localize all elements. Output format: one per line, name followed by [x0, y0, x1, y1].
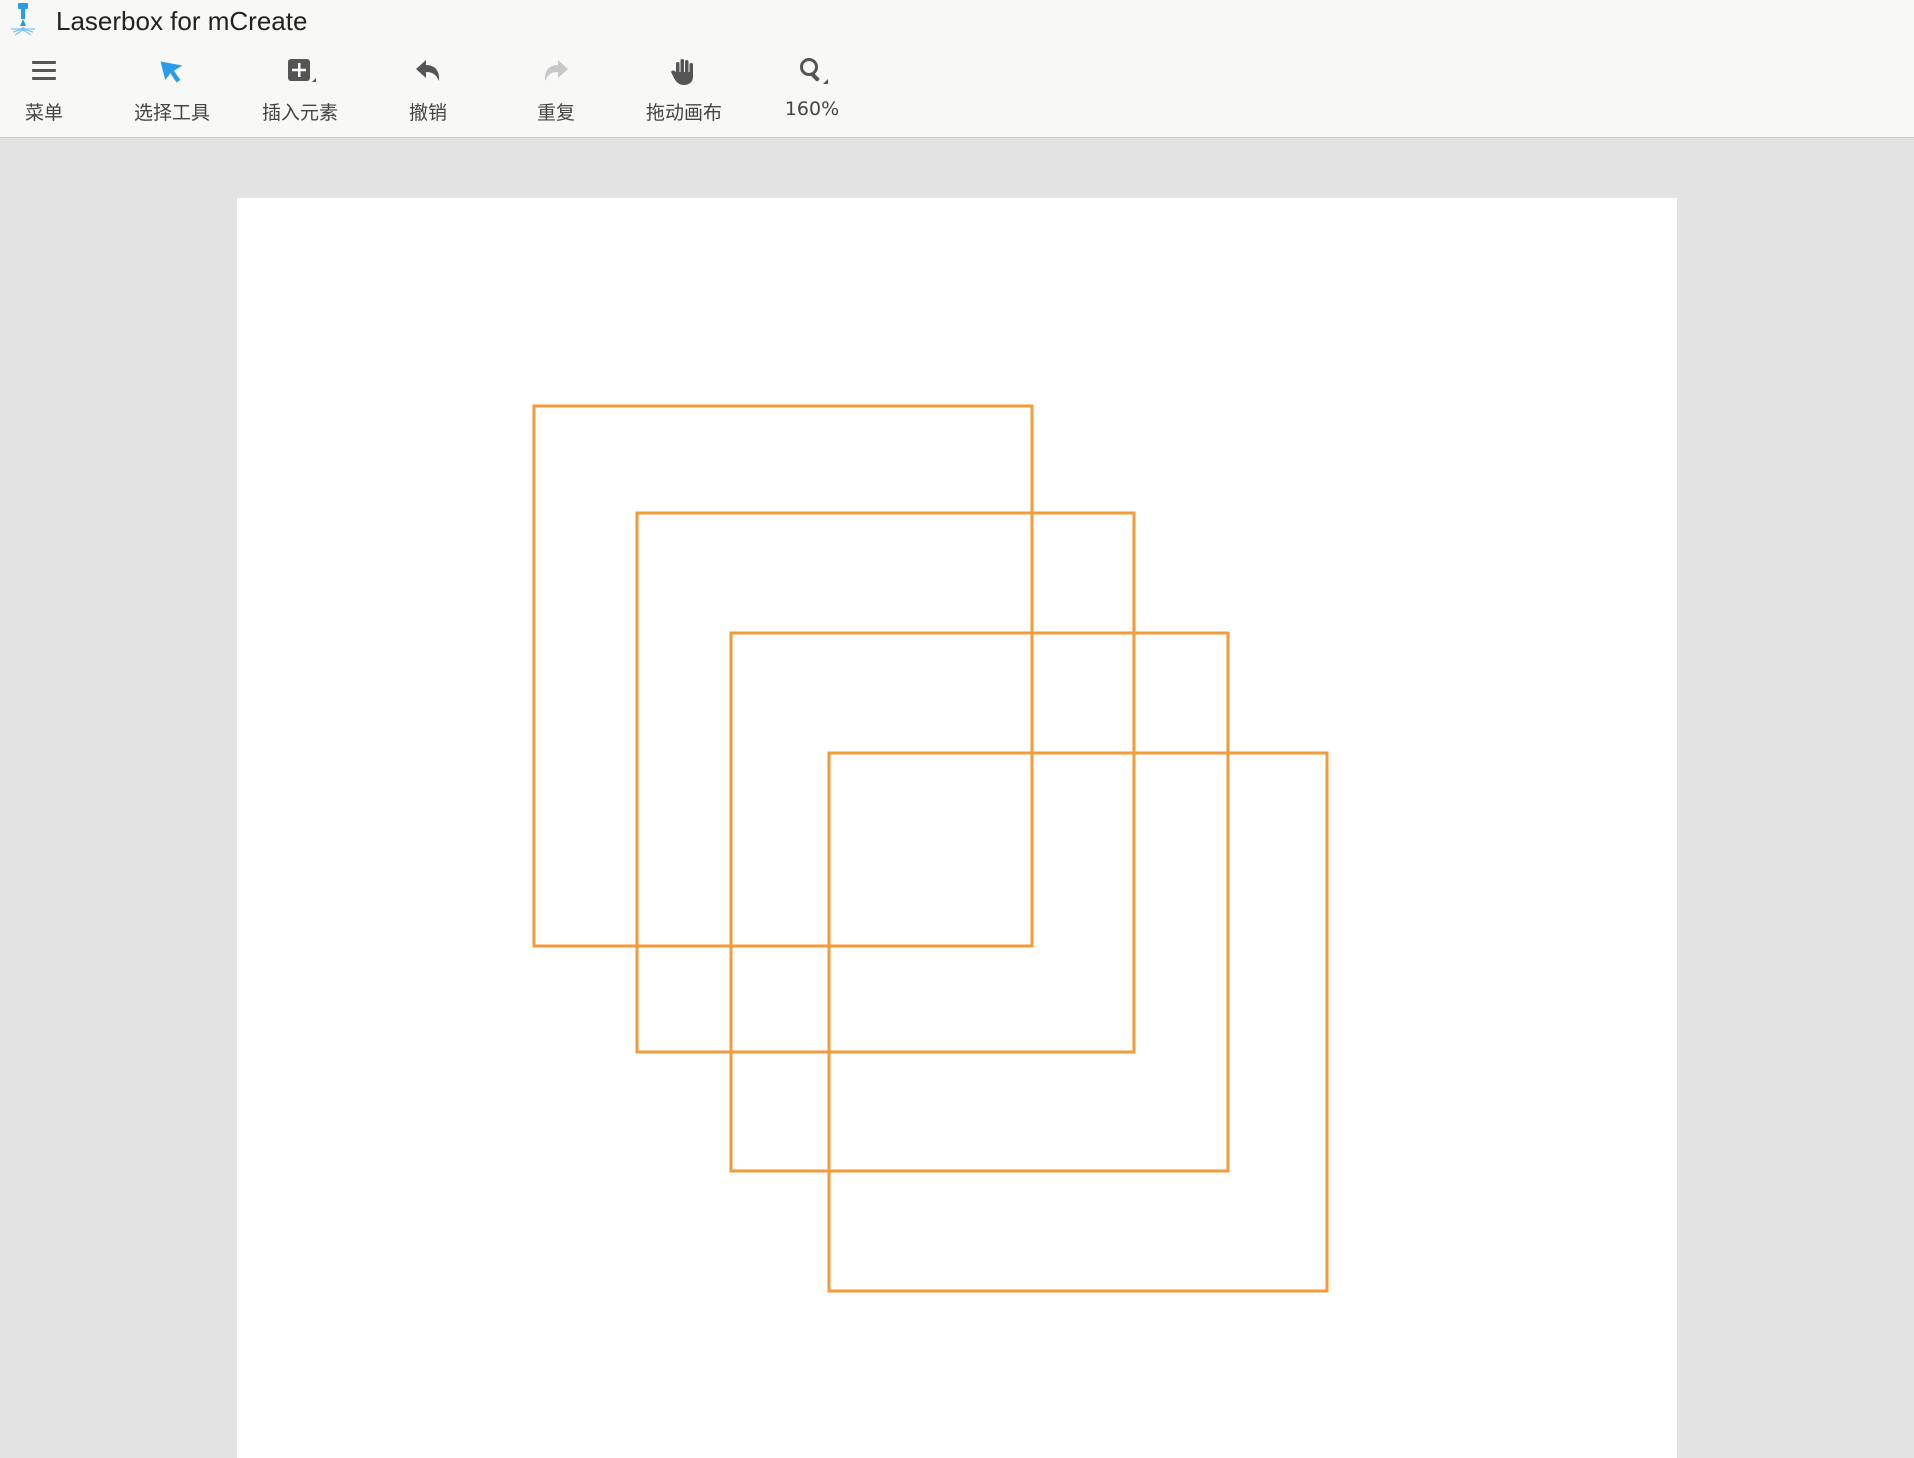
title-bar: Laserbox for mCreate — [0, 0, 1914, 42]
undo-label: 撤销 — [408, 102, 447, 124]
hand-icon — [667, 54, 701, 88]
select-tool-button[interactable]: 选择工具 — [112, 42, 232, 138]
select-tool-label: 选择工具 — [133, 102, 210, 124]
pan-canvas-button[interactable]: 拖动画布 — [624, 42, 744, 138]
menu-button-label: 菜单 — [24, 102, 63, 124]
workspace[interactable] — [0, 139, 1914, 1458]
zoom-magnifier-icon — [795, 54, 829, 88]
canvas-square-4[interactable] — [827, 751, 1329, 1293]
toolbar: 菜单 选择工具 插入元素 撤销 重复 拖动画布 160% — [0, 42, 1914, 138]
app-window: Laserbox for mCreate 菜单 选择工具 插入元素 撤销 重复 … — [0, 0, 1914, 1458]
zoom-button[interactable]: 160% — [752, 42, 872, 138]
add-square-icon — [283, 54, 317, 88]
menu-button[interactable]: 菜单 — [0, 42, 104, 138]
canvas-square-3[interactable] — [729, 631, 1230, 1173]
pointer-arrow-icon — [155, 54, 189, 88]
insert-element-label: 插入元素 — [261, 102, 338, 124]
canvas-square-2[interactable] — [635, 511, 1136, 1054]
redo-label: 重复 — [536, 102, 575, 124]
canvas-square-1[interactable] — [532, 404, 1034, 948]
redo-button[interactable]: 重复 — [496, 42, 616, 138]
undo-arrow-icon — [411, 54, 445, 88]
design-canvas[interactable] — [237, 198, 1677, 1458]
undo-button[interactable]: 撤销 — [368, 42, 488, 138]
pan-canvas-label: 拖动画布 — [645, 102, 722, 124]
redo-arrow-icon — [539, 54, 573, 88]
insert-element-button[interactable]: 插入元素 — [240, 42, 360, 138]
zoom-level-label: 160% — [784, 98, 840, 120]
window-title: Laserbox for mCreate — [56, 6, 308, 36]
laser-head-icon — [8, 2, 38, 36]
hamburger-menu-icon — [27, 54, 61, 88]
